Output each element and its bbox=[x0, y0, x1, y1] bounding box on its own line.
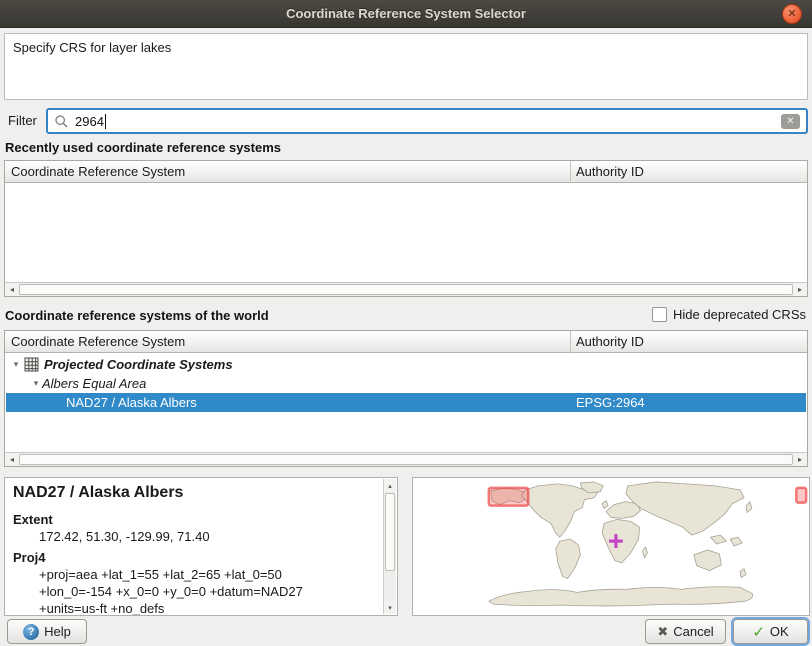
filter-value[interactable]: 2964 bbox=[75, 114, 104, 129]
tree-item-label[interactable]: Projected Coordinate Systems bbox=[44, 357, 233, 372]
hscroll-thumb[interactable] bbox=[19, 284, 793, 295]
crs-message-text: Specify CRS for layer lakes bbox=[13, 40, 171, 55]
tree-item-label[interactable]: Albers Equal Area bbox=[42, 376, 146, 391]
scroll-up-icon[interactable]: ▴ bbox=[384, 479, 396, 492]
cancel-button[interactable]: ✖ Cancel bbox=[645, 619, 726, 644]
tree-item-projected-coordinate-systems[interactable]: ▾ Projected Coordinate Systems bbox=[6, 355, 806, 374]
world-section-heading: Coordinate reference systems of the worl… bbox=[5, 308, 269, 323]
proj4-line: +lon_0=-154 +x_0=0 +y_0=0 +datum=NAD27 bbox=[13, 584, 377, 599]
column-divider[interactable] bbox=[570, 331, 571, 353]
crs-details-panel: NAD27 / Alaska Albers Extent 172.42, 51.… bbox=[4, 477, 398, 616]
extent-label: Extent bbox=[13, 512, 377, 527]
tree-item-nad27-alaska-albers[interactable]: NAD27 / Alaska Albers EPSG:2964 bbox=[6, 393, 806, 412]
text-caret bbox=[105, 114, 106, 129]
ok-button[interactable]: ✓ OK bbox=[733, 619, 808, 644]
help-button-label: Help bbox=[44, 624, 71, 639]
close-icon[interactable]: ✕ bbox=[782, 4, 802, 24]
proj4-label: Proj4 bbox=[13, 550, 377, 565]
world-col-crs[interactable]: Coordinate Reference System bbox=[11, 334, 185, 349]
scroll-left-icon[interactable]: ◂ bbox=[5, 453, 19, 466]
help-button[interactable]: ? Help bbox=[7, 619, 87, 644]
help-icon: ? bbox=[23, 624, 39, 640]
clear-filter-icon[interactable]: ✕ bbox=[781, 114, 800, 129]
crs-selector-dialog: Coordinate Reference System Selector ✕ S… bbox=[0, 0, 812, 646]
world-crs-table: Coordinate Reference System Authority ID… bbox=[4, 330, 808, 467]
proj4-line: +proj=aea +lat_1=55 +lat_2=65 +lat_0=50 bbox=[13, 567, 377, 582]
scroll-right-icon[interactable]: ▸ bbox=[793, 283, 807, 296]
world-col-authority[interactable]: Authority ID bbox=[576, 334, 644, 349]
recent-crs-table: Coordinate Reference System Authority ID… bbox=[4, 160, 808, 297]
crs-extent-preview bbox=[412, 477, 810, 616]
tree-item-albers-equal-area[interactable]: ▾ Albers Equal Area bbox=[6, 374, 806, 393]
cancel-button-label: Cancel bbox=[673, 624, 713, 639]
vscroll-thumb[interactable] bbox=[385, 493, 395, 571]
ok-button-label: OK bbox=[770, 624, 789, 639]
world-table-hscrollbar[interactable]: ◂ ▸ bbox=[5, 452, 807, 466]
search-icon bbox=[54, 114, 69, 129]
cancel-icon: ✖ bbox=[657, 624, 668, 640]
filter-input[interactable]: 2964 ✕ bbox=[46, 108, 808, 134]
world-map bbox=[413, 478, 809, 615]
authority-id-value[interactable]: EPSG:2964 bbox=[576, 395, 645, 410]
scroll-right-icon[interactable]: ▸ bbox=[793, 453, 807, 466]
ok-icon: ✓ bbox=[752, 623, 765, 641]
crs-message-box: Specify CRS for layer lakes bbox=[4, 33, 808, 100]
scroll-left-icon[interactable]: ◂ bbox=[5, 283, 19, 296]
grid-icon bbox=[24, 357, 39, 372]
window-title: Coordinate Reference System Selector bbox=[286, 6, 526, 21]
recent-section-heading: Recently used coordinate reference syste… bbox=[5, 140, 281, 155]
hide-deprecated-label: Hide deprecated CRSs bbox=[673, 307, 806, 322]
hscroll-thumb[interactable] bbox=[19, 454, 793, 465]
scroll-down-icon[interactable]: ▾ bbox=[384, 601, 396, 614]
details-vscrollbar[interactable]: ▴ ▾ bbox=[383, 479, 396, 614]
expander-icon[interactable]: ▾ bbox=[10, 359, 22, 370]
tree-item-label[interactable]: NAD27 / Alaska Albers bbox=[66, 395, 197, 410]
world-table-header[interactable]: Coordinate Reference System Authority ID bbox=[5, 331, 807, 353]
extent-value: 172.42, 51.30, -129.99, 71.40 bbox=[13, 529, 377, 544]
recent-col-authority[interactable]: Authority ID bbox=[576, 164, 644, 179]
checkbox-box[interactable] bbox=[652, 307, 667, 322]
proj4-line: +units=us-ft +no_defs bbox=[13, 601, 377, 616]
recent-table-header[interactable]: Coordinate Reference System Authority ID bbox=[5, 161, 807, 183]
expander-icon[interactable]: ▾ bbox=[30, 378, 42, 389]
filter-label: Filter bbox=[8, 113, 37, 128]
titlebar[interactable]: Coordinate Reference System Selector ✕ bbox=[0, 0, 812, 28]
hide-deprecated-checkbox[interactable]: Hide deprecated CRSs bbox=[652, 307, 806, 322]
column-divider[interactable] bbox=[570, 161, 571, 183]
recent-col-crs[interactable]: Coordinate Reference System bbox=[11, 164, 185, 179]
crs-details-title: NAD27 / Alaska Albers bbox=[13, 484, 377, 502]
recent-table-hscrollbar[interactable]: ◂ ▸ bbox=[5, 282, 807, 296]
